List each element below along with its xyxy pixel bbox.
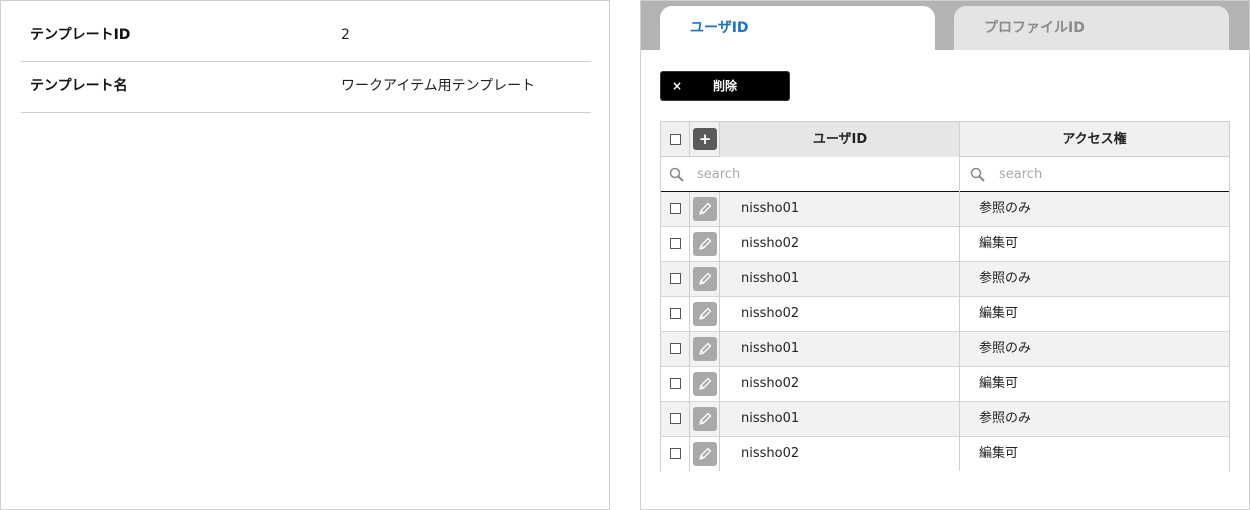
search-icon xyxy=(970,167,985,182)
pencil-icon xyxy=(699,272,712,285)
user-id-cell: nissho02 xyxy=(741,306,800,321)
template-name-value: ワークアイテム用テンプレート xyxy=(341,78,536,94)
table-row[interactable]: nissho02 編集可 xyxy=(661,297,1229,332)
template-info-panel: テンプレートID 2 テンプレート名 ワークアイテム用テンプレート xyxy=(0,0,610,510)
column-divider xyxy=(719,122,720,157)
template-id-row: テンプレートID 2 xyxy=(21,11,591,62)
plus-icon: + xyxy=(698,130,712,148)
pencil-icon xyxy=(699,202,712,215)
access-cell: 参照のみ xyxy=(979,201,1032,216)
table-row[interactable]: nissho01 参照のみ xyxy=(661,192,1229,227)
access-cell: 参照のみ xyxy=(979,271,1032,286)
table-row[interactable]: nissho02 編集可 xyxy=(661,227,1229,262)
edit-button[interactable] xyxy=(693,442,717,466)
tab-user-id[interactable]: ユーザID xyxy=(660,6,935,50)
user-id-cell: nissho02 xyxy=(741,446,800,461)
row-checkbox[interactable] xyxy=(670,378,681,389)
row-checkbox[interactable] xyxy=(670,203,681,214)
edit-button[interactable] xyxy=(693,372,717,396)
access-table: + ユーザID アクセス権 nissho01 参照のみ xyxy=(660,121,1230,472)
tab-bar: ユーザID プロファイルID xyxy=(641,1,1249,50)
row-checkbox[interactable] xyxy=(670,413,681,424)
row-checkbox[interactable] xyxy=(670,238,681,249)
table-row[interactable]: nissho01 参照のみ xyxy=(661,402,1229,437)
pencil-icon xyxy=(699,237,712,250)
table-row[interactable]: nissho01 参照のみ xyxy=(661,332,1229,367)
pencil-icon xyxy=(699,342,712,355)
access-panel: ユーザID プロファイルID × 削除 + ユーザID アクセス権 search… xyxy=(640,0,1250,510)
access-cell: 参照のみ xyxy=(979,411,1032,426)
table-row[interactable]: nissho01 参照のみ xyxy=(661,262,1229,297)
row-checkbox[interactable] xyxy=(670,448,681,459)
column-header-access[interactable]: アクセス権 xyxy=(960,122,1229,157)
select-all-checkbox[interactable] xyxy=(670,134,681,145)
edit-button[interactable] xyxy=(693,232,717,256)
user-id-search-input[interactable] xyxy=(697,157,953,191)
column-divider xyxy=(959,122,960,471)
access-cell: 編集可 xyxy=(979,306,1019,321)
user-id-cell: nissho01 xyxy=(741,411,800,426)
access-cell: 参照のみ xyxy=(979,341,1032,356)
search-icon xyxy=(669,167,684,182)
edit-button[interactable] xyxy=(693,337,717,361)
user-id-cell: nissho01 xyxy=(741,341,800,356)
column-divider xyxy=(719,192,720,471)
column-header-user-id[interactable]: ユーザID xyxy=(720,122,960,157)
row-checkbox[interactable] xyxy=(670,343,681,354)
tab-profile-id[interactable]: プロファイルID xyxy=(954,6,1229,50)
edit-button[interactable] xyxy=(693,407,717,431)
delete-button[interactable]: × 削除 xyxy=(660,71,790,101)
column-divider xyxy=(689,192,690,471)
pencil-icon xyxy=(699,412,712,425)
delete-button-label: 削除 xyxy=(713,79,738,93)
column-divider xyxy=(689,122,690,157)
pencil-icon xyxy=(699,307,712,320)
access-cell: 編集可 xyxy=(979,236,1019,251)
user-id-cell: nissho02 xyxy=(741,376,800,391)
template-id-value: 2 xyxy=(341,27,350,43)
access-cell: 編集可 xyxy=(979,446,1019,461)
row-checkbox[interactable] xyxy=(670,308,681,319)
edit-button[interactable] xyxy=(693,267,717,291)
user-id-cell: nissho01 xyxy=(741,271,800,286)
pencil-icon xyxy=(699,377,712,390)
template-name-row: テンプレート名 ワークアイテム用テンプレート xyxy=(21,62,591,113)
user-id-cell: nissho02 xyxy=(741,236,800,251)
template-name-label: テンプレート名 xyxy=(30,78,128,94)
table-row[interactable]: nissho02 編集可 xyxy=(661,437,1229,472)
table-row[interactable]: nissho02 編集可 xyxy=(661,367,1229,402)
add-row-button[interactable]: + xyxy=(693,128,717,150)
access-cell: 編集可 xyxy=(979,376,1019,391)
close-icon: × xyxy=(672,79,683,93)
row-checkbox[interactable] xyxy=(670,273,681,284)
user-id-cell: nissho01 xyxy=(741,201,800,216)
edit-button[interactable] xyxy=(693,302,717,326)
template-id-label: テンプレートID xyxy=(30,27,131,43)
access-search-input[interactable] xyxy=(999,157,1219,191)
pencil-icon xyxy=(699,447,712,460)
edit-button[interactable] xyxy=(693,197,717,221)
search-row xyxy=(661,157,1229,192)
